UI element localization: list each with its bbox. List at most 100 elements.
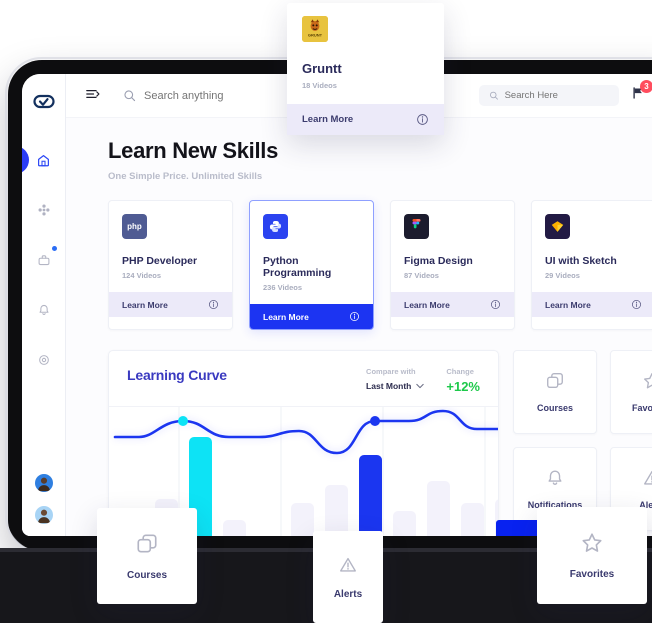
- change-value: +12%: [446, 379, 480, 394]
- search-icon: [124, 90, 136, 102]
- info-icon: [208, 299, 219, 310]
- widget-label: Courses: [536, 403, 573, 413]
- compare-with-block: Compare with Last Month: [366, 367, 425, 394]
- star-icon: [644, 373, 652, 389]
- sidebar-avatar-2[interactable]: [34, 506, 53, 524]
- bell-icon: [548, 470, 562, 485]
- learn-more-label: Learn More: [122, 299, 168, 310]
- floating-favorites-tile[interactable]: Favorites: [537, 507, 647, 604]
- learn-more-button[interactable]: Learn More: [109, 292, 232, 317]
- chart-line: [113, 409, 498, 455]
- chart-meta: Compare with Last Month Change +12%: [366, 367, 480, 394]
- learn-more-button[interactable]: Learn More: [250, 304, 373, 329]
- briefcase-badge-dot: [52, 246, 57, 251]
- sidebar-item-apps[interactable]: [22, 198, 65, 222]
- course-card-figma[interactable]: Figma Design 87 Videos Learn More: [390, 200, 515, 330]
- gruntt-logo-icon: GRUNT: [302, 16, 328, 42]
- php-logo-text: php: [127, 222, 142, 231]
- figma-logo-icon: [404, 214, 429, 239]
- course-video-count: 29 Videos: [545, 271, 580, 280]
- course-card-list: php PHP Developer 124 Videos Learn More: [108, 200, 652, 330]
- widget-favorites[interactable]: Favorites: [610, 350, 652, 434]
- floating-alerts-tile[interactable]: Alerts: [313, 531, 383, 623]
- sidebar: [22, 74, 66, 536]
- search-here-wrapper[interactable]: [479, 85, 619, 106]
- notification-badge: 3: [640, 80, 652, 93]
- floating-courses-tile[interactable]: Courses: [97, 508, 197, 604]
- learn-more-label: Learn More: [404, 299, 450, 310]
- course-card-python[interactable]: Python Programming 236 Videos Learn More: [249, 200, 374, 330]
- page-title: Learn New Skills: [108, 138, 279, 163]
- sidebar-avatars: [34, 474, 53, 524]
- gruntt-learn-more-button[interactable]: Learn More: [287, 104, 444, 135]
- course-video-count: 124 Videos: [122, 271, 162, 280]
- search-icon: [490, 91, 498, 100]
- course-name: UI with Sketch: [545, 255, 617, 267]
- stacked-squares-icon: [547, 373, 563, 389]
- home-icon: [38, 154, 49, 166]
- briefcase-icon: [38, 255, 49, 266]
- compare-with-dropdown[interactable]: Last Month: [366, 381, 425, 391]
- sidebar-item-notifications[interactable]: [22, 298, 65, 322]
- course-name: Python Programming: [263, 255, 332, 279]
- floating-tile-label: Favorites: [569, 569, 615, 580]
- sketch-logo-icon: [545, 214, 570, 239]
- compare-with-label: Compare with: [366, 367, 416, 376]
- highlighted-bar-blue: [359, 455, 382, 536]
- flag-notification-button[interactable]: 3: [631, 80, 652, 105]
- hamburger-menu-icon[interactable]: [86, 87, 101, 105]
- course-name: Figma Design: [404, 255, 473, 267]
- info-icon: [631, 299, 642, 310]
- search-here-input[interactable]: [504, 90, 609, 101]
- bell-icon: [38, 304, 49, 315]
- course-card-php[interactable]: php PHP Developer 124 Videos Learn More: [108, 200, 233, 330]
- search-anything-input[interactable]: [144, 89, 294, 102]
- info-icon: [417, 114, 428, 125]
- python-logo-icon: [263, 214, 288, 239]
- course-card-sketch[interactable]: UI with Sketch 29 Videos Learn More: [531, 200, 652, 330]
- widget-courses[interactable]: Courses: [513, 350, 597, 434]
- warning-triangle-icon: [644, 470, 652, 485]
- sidebar-item-briefcase[interactable]: [22, 246, 65, 272]
- change-label: Change: [446, 367, 474, 376]
- search-anything-wrapper[interactable]: [123, 89, 294, 102]
- sidebar-item-settings[interactable]: [22, 348, 65, 372]
- php-logo-icon: php: [122, 214, 147, 239]
- floating-tile-label: Alerts: [333, 588, 363, 600]
- learn-more-label: Learn More: [263, 311, 309, 322]
- sidebar-nav: [22, 146, 65, 372]
- sidebar-avatar-1[interactable]: [34, 474, 53, 492]
- svg-text:GRUNT: GRUNT: [308, 33, 323, 38]
- app-screen: 3 Learn New Skills One Simple Price. Unl…: [22, 74, 652, 536]
- chevron-down-icon: [416, 383, 425, 389]
- learn-more-button[interactable]: Learn More: [532, 292, 652, 317]
- widget-label: Favorites: [631, 403, 652, 413]
- change-block: Change +12%: [446, 367, 480, 394]
- app-logo-icon[interactable]: [29, 88, 59, 118]
- learn-more-label: Learn More: [302, 114, 354, 125]
- warning-triangle-icon: [340, 557, 356, 572]
- apps-grid-icon: [38, 204, 49, 216]
- gruntt-name: Gruntt: [302, 61, 342, 76]
- gruntt-video-count: 18 Videos: [302, 81, 337, 90]
- page-subtitle: One Simple Price. Unlimited Skills: [108, 171, 263, 182]
- topbar-right: 3: [479, 80, 652, 106]
- course-video-count: 236 Videos: [263, 283, 303, 292]
- chart-marker-blue: [370, 416, 380, 426]
- course-name: PHP Developer: [122, 255, 198, 267]
- sidebar-item-home[interactable]: [22, 146, 65, 174]
- gruntt-course-card[interactable]: GRUNT Gruntt 18 Videos Learn More: [287, 3, 444, 135]
- screenshot-stage: 3 Learn New Skills One Simple Price. Unl…: [0, 0, 652, 623]
- chart-header: Learning Curve Compare with Last Month C…: [109, 351, 498, 407]
- info-icon: [490, 299, 501, 310]
- floating-tile-label: Courses: [126, 569, 167, 581]
- course-video-count: 87 Videos: [404, 271, 439, 280]
- learn-more-button[interactable]: Learn More: [391, 292, 514, 317]
- star-icon: [582, 533, 602, 552]
- active-indicator: [22, 146, 29, 174]
- main-content: Learn New Skills One Simple Price. Unlim…: [66, 118, 652, 536]
- stacked-squares-icon: [137, 533, 157, 552]
- chart-marker-cyan: [178, 416, 188, 426]
- learn-more-label: Learn More: [545, 299, 591, 310]
- compare-with-value: Last Month: [366, 381, 412, 391]
